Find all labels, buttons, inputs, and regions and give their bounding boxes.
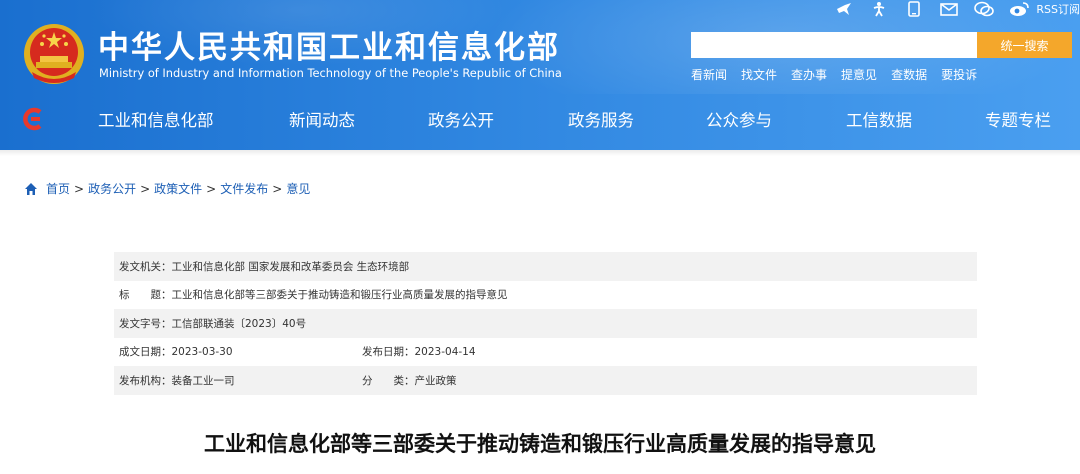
written-date-label: 成文日期：: [119, 346, 172, 359]
written-date-value: 2023-03-30: [171, 345, 233, 358]
breadcrumb-doc-release[interactable]: 文件发布: [220, 180, 268, 197]
quick-link-complaint[interactable]: 要投诉: [941, 66, 977, 83]
docno-value: 工信部联通装〔2023〕40号: [171, 317, 307, 330]
breadcrumb-separator: >: [74, 181, 85, 196]
article-title: 工业和信息化部等三部委关于推动铸造和锻压行业高质量发展的指导意见: [204, 432, 876, 456]
main-nav: 工业和信息化部 新闻动态 政务公开 政务服务 公众参与 工信数据 专题专栏: [0, 94, 1080, 144]
bird-icon[interactable]: [833, 0, 855, 18]
breadcrumb-gov-affairs[interactable]: 政务公开: [88, 180, 136, 197]
quick-link-data[interactable]: 查数据: [891, 66, 927, 83]
nav-miit[interactable]: 工业和信息化部: [98, 107, 214, 131]
mail-icon[interactable]: [938, 0, 960, 18]
issuer-label: 发文机关：: [119, 260, 172, 273]
nav-gov-affairs[interactable]: 政务公开: [428, 107, 494, 131]
nav-news[interactable]: 新闻动态: [289, 107, 355, 131]
breadcrumb-home[interactable]: 首页: [46, 180, 70, 197]
header-shadow: [0, 150, 1080, 156]
info-row-title: 标 题： 工业和信息化部等三部委关于推动铸造和锻压行业高质量发展的指导意见: [114, 281, 977, 310]
nav-gov-services[interactable]: 政务服务: [568, 107, 634, 131]
docno-label: 发文字号：: [119, 317, 172, 330]
info-row-docno: 发文字号： 工信部联通装〔2023〕40号: [114, 309, 977, 338]
site-subtitle: Ministry of Industry and Information Tec…: [99, 66, 562, 80]
accessibility-icon[interactable]: [868, 0, 890, 18]
breadcrumb-opinions[interactable]: 意见: [286, 180, 310, 197]
org-label: 发布机构：: [119, 374, 172, 387]
nav-topics[interactable]: 专题专栏: [985, 107, 1051, 131]
wechat-icon[interactable]: [973, 0, 995, 18]
site-title[interactable]: 中华人民共和国工业和信息化部: [98, 22, 560, 67]
nav-data[interactable]: 工信数据: [846, 107, 912, 131]
category-label: 分 类：: [362, 374, 415, 387]
quick-link-services[interactable]: 查办事: [791, 66, 827, 83]
info-row-org: 发布机构： 装备工业一司 分 类： 产业政策: [114, 366, 977, 395]
breadcrumb-separator: >: [272, 181, 283, 196]
quick-link-feedback[interactable]: 提意见: [841, 66, 877, 83]
home-icon[interactable]: [24, 182, 38, 196]
national-emblem-icon[interactable]: [22, 22, 86, 86]
published-date-value: 2023-04-14: [414, 345, 476, 358]
weibo-icon[interactable]: [1008, 0, 1030, 18]
breadcrumb-policy-docs[interactable]: 政策文件: [154, 180, 202, 197]
search-button[interactable]: 统一搜索: [977, 32, 1072, 58]
mobile-icon[interactable]: [903, 0, 925, 18]
published-date-label: 发布日期：: [362, 346, 415, 359]
document-info-table: 发文机关： 工业和信息化部 国家发展和改革委员会 生态环境部 标 题： 工业和信…: [114, 252, 977, 395]
title-label: 标 题：: [119, 289, 172, 302]
nav-participation[interactable]: 公众参与: [706, 107, 772, 131]
search-input[interactable]: [691, 32, 977, 58]
quick-links: 看新闻 找文件 查办事 提意见 查数据 要投诉: [691, 66, 991, 83]
breadcrumb: 首页 > 政务公开 > 政策文件 > 文件发布 > 意见: [24, 180, 310, 197]
info-row-issuer: 发文机关： 工业和信息化部 国家发展和改革委员会 生态环境部: [114, 252, 977, 281]
category-value: 产业政策: [414, 374, 457, 387]
title-value: 工业和信息化部等三部委关于推动铸造和锻压行业高质量发展的指导意见: [171, 289, 508, 302]
info-row-dates: 成文日期： 2023-03-30 发布日期： 2023-04-14: [114, 338, 977, 367]
quick-link-news[interactable]: 看新闻: [691, 66, 727, 83]
org-value: 装备工业一司: [171, 374, 235, 387]
top-utility-bar: RSS订阅: [820, 0, 1080, 18]
breadcrumb-separator: >: [140, 181, 151, 196]
breadcrumb-separator: >: [206, 181, 217, 196]
issuer-value: 工业和信息化部 国家发展和改革委员会 生态环境部: [171, 260, 410, 273]
rss-link[interactable]: RSS订阅: [1036, 1, 1080, 17]
quick-link-documents[interactable]: 找文件: [741, 66, 777, 83]
ministry-logo-icon[interactable]: [22, 107, 46, 131]
site-header: 中华人民共和国工业和信息化部 Ministry of Industry and …: [0, 0, 1080, 150]
